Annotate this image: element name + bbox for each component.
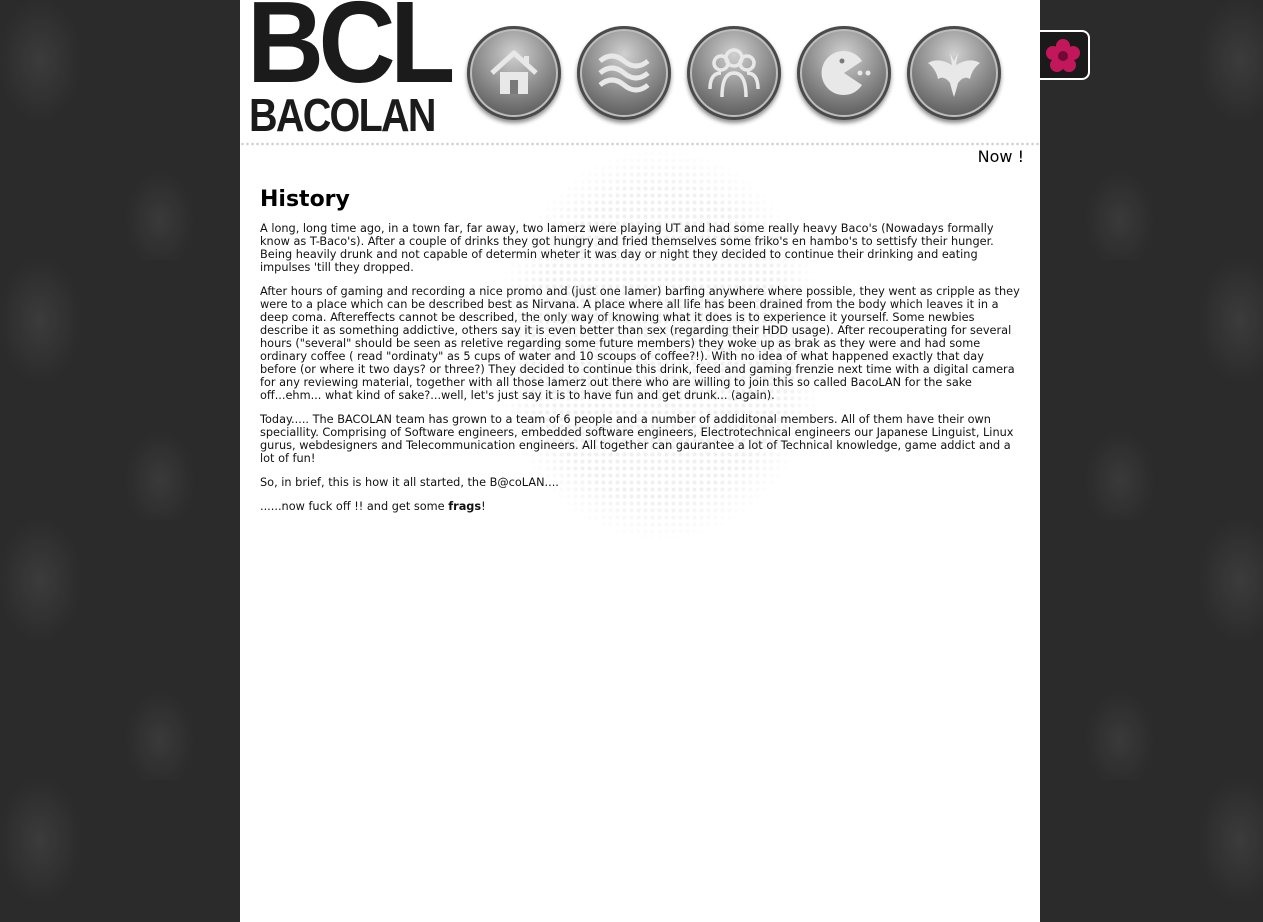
bat-icon (928, 53, 980, 97)
people-icon (708, 48, 760, 98)
header-divider (240, 142, 1040, 146)
paragraph-3: Today..... The BACOLAN team has grown to… (260, 413, 1014, 465)
now-link[interactable]: Now ! (978, 147, 1024, 166)
page-container: BCL BACOLAN Now ! History A long, long t… (240, 0, 1040, 922)
nav-games-button[interactable] (797, 26, 891, 120)
logo-text-bottom: BACOLAN (249, 89, 436, 141)
home-icon (490, 50, 538, 94)
logo-text-top: BCL (247, 0, 455, 107)
page-title: History (260, 187, 350, 212)
closing-exclamation: ! (481, 500, 486, 513)
waves-icon (598, 53, 650, 93)
paragraph-1: A long, long time ago, in a town far, fa… (260, 222, 994, 274)
paragraph-2: After hours of gaming and recording a ni… (260, 285, 1020, 402)
flower-icon (1046, 39, 1080, 72)
nav-home-button[interactable] (467, 26, 561, 120)
paragraph-5: ......now fuck off !! and get some frags… (260, 500, 1020, 513)
side-tab[interactable] (1040, 30, 1090, 80)
nav-people-button[interactable] (687, 26, 781, 120)
history-article: History A long, long time ago, in a town… (260, 187, 1020, 524)
closing-text: ......now fuck off !! and get some (260, 500, 449, 513)
pacman-icon (821, 51, 871, 95)
nav-bacardi-button[interactable] (907, 26, 1001, 120)
bacolan-logo[interactable]: BCL BACOLAN (247, 0, 455, 141)
nav-waves-button[interactable] (577, 26, 671, 120)
paragraph-4: So, in brief, this is how it all started… (260, 476, 559, 489)
frags-text: frags (448, 500, 482, 513)
